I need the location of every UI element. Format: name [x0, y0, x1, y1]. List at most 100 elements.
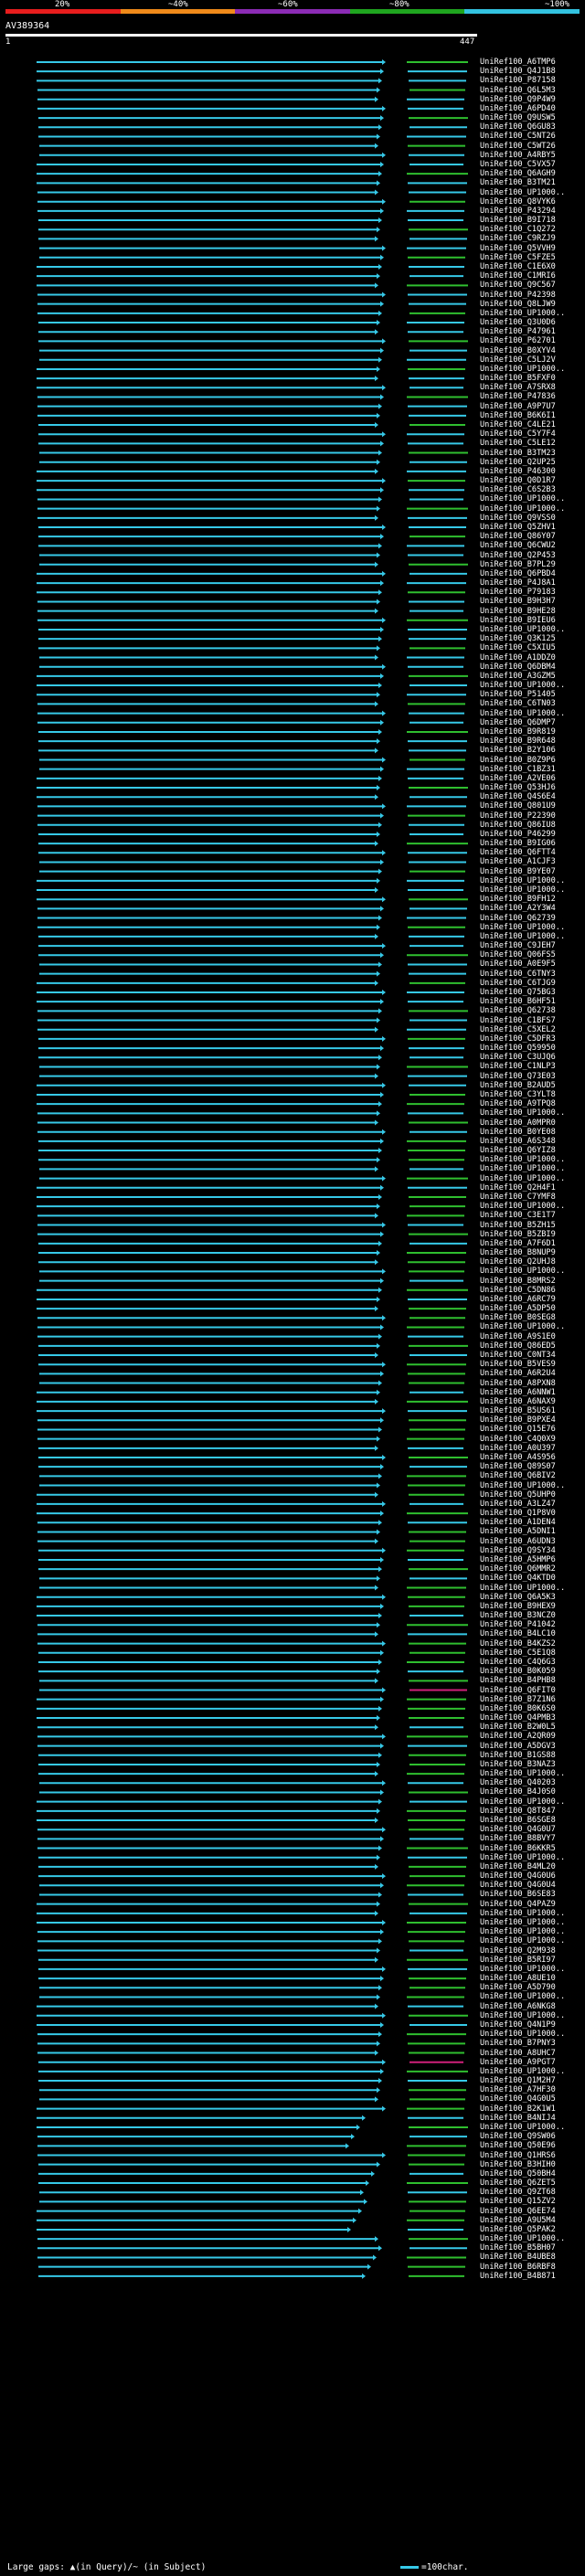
hit-label[interactable]: UniRef100_B9R819	[480, 727, 556, 737]
hit-label[interactable]: UniRef100_Q6L5M3	[480, 86, 556, 95]
hit-label[interactable]: UniRef100_A9U5M4	[480, 2216, 556, 2225]
hit-label[interactable]: UniRef100_B4J0S0	[480, 1787, 556, 1797]
hit-label[interactable]: UniRef100_Q6FTT4	[480, 848, 556, 857]
hit-label[interactable]: UniRef100_Q15E76	[480, 1425, 556, 1434]
hit-label[interactable]: UniRef100_B6SGE8	[480, 1816, 556, 1825]
hit-label[interactable]: UniRef100_UP1000..	[480, 709, 565, 718]
hit-label[interactable]: UniRef100_UP1000..	[480, 2123, 565, 2132]
hit-label[interactable]: UniRef100_Q6ZET5	[480, 2178, 556, 2188]
hit-label[interactable]: UniRef100_Q4G0U4	[480, 1881, 556, 1890]
hit-label[interactable]: UniRef100_Q4G0U5	[480, 2094, 556, 2104]
hit-label[interactable]: UniRef100_Q6A5K3	[480, 1593, 556, 1602]
hit-label[interactable]: UniRef100_Q5PAK2	[480, 2225, 556, 2234]
hit-label[interactable]: UniRef100_UP1000..	[480, 2030, 565, 2039]
hit-label[interactable]: UniRef100_Q06FS5	[480, 950, 556, 959]
hit-label[interactable]: UniRef100_Q1M2H7	[480, 2076, 556, 2085]
hit-label[interactable]: UniRef100_Q6BIV2	[480, 1471, 556, 1480]
hit-label[interactable]: UniRef100_Q4PAZ9	[480, 1900, 556, 1909]
hit-label[interactable]: UniRef100_UP1000..	[480, 1853, 565, 1862]
hit-label[interactable]: UniRef100_B7Z1N6	[480, 1695, 556, 1704]
hit-label[interactable]: UniRef100_UP1000..	[480, 932, 565, 941]
hit-label[interactable]: UniRef100_Q6DMP7	[480, 718, 556, 727]
hit-label[interactable]: UniRef100_Q9C567	[480, 281, 556, 290]
hit-label[interactable]: UniRef100_P79183	[480, 588, 556, 597]
hit-label[interactable]: UniRef100_P42398	[480, 291, 556, 300]
hit-label[interactable]: UniRef100_UP1000..	[480, 681, 565, 690]
hit-label[interactable]: UniRef100_Q2M938	[480, 1946, 556, 1956]
hit-label[interactable]: UniRef100_P51405	[480, 690, 556, 699]
hit-label[interactable]: UniRef100_Q0D1R7	[480, 476, 556, 485]
hit-label[interactable]: UniRef100_A8UHC7	[480, 2049, 556, 2058]
hit-label[interactable]: UniRef100_C1E6X0	[480, 262, 556, 271]
hit-label[interactable]: UniRef100_B9FH12	[480, 895, 556, 904]
hit-label[interactable]: UniRef100_Q4N1P9	[480, 2020, 556, 2030]
hit-label[interactable]: UniRef100_Q4PMB3	[480, 1713, 556, 1723]
hit-label[interactable]: UniRef100_Q9P4W9	[480, 95, 556, 104]
hit-label[interactable]: UniRef100_C9RZJ9	[480, 234, 556, 243]
hit-label[interactable]: UniRef100_C1MRI6	[480, 271, 556, 281]
hit-label[interactable]: UniRef100_Q89S07	[480, 1462, 556, 1471]
hit-label[interactable]: UniRef100_A2QR09	[480, 1732, 556, 1741]
hit-label[interactable]: UniRef100_B4NIJ4	[480, 2114, 556, 2123]
hit-label[interactable]: UniRef100_B5ZH15	[480, 1221, 556, 1230]
hit-label[interactable]: UniRef100_UP1000..	[480, 625, 565, 634]
hit-label[interactable]: UniRef100_Q62738	[480, 1006, 556, 1015]
hit-label[interactable]: UniRef100_B9HEX9	[480, 1602, 556, 1611]
hit-label[interactable]: UniRef100_Q2UP25	[480, 458, 556, 467]
hit-label[interactable]: UniRef100_P4J8A1	[480, 578, 556, 588]
hit-label[interactable]: UniRef100_B6HF51	[480, 997, 556, 1006]
hit-label[interactable]: UniRef100_Q6MMR2	[480, 1564, 556, 1574]
hit-label[interactable]: UniRef100_A8PXN8	[480, 1379, 556, 1388]
hit-label[interactable]: UniRef100_C3E1T7	[480, 1211, 556, 1220]
hit-label[interactable]: UniRef100_A9TPQ8	[480, 1099, 556, 1108]
hit-label[interactable]: UniRef100_P46300	[480, 467, 556, 476]
hit-label[interactable]: UniRef100_Q2P453	[480, 551, 556, 560]
hit-label[interactable]: UniRef100_A8UE10	[480, 1974, 556, 1983]
hit-label[interactable]: UniRef100_Q4KTD0	[480, 1574, 556, 1583]
hit-label[interactable]: UniRef100_B0YE08	[480, 1128, 556, 1137]
hit-label[interactable]: UniRef100_B6KKR5	[480, 1844, 556, 1853]
hit-label[interactable]: UniRef100_UP1000..	[480, 309, 565, 318]
hit-label[interactable]: UniRef100_C6TN03	[480, 699, 556, 708]
hit-label[interactable]: UniRef100_UP1000..	[480, 365, 565, 374]
hit-label[interactable]: UniRef100_C1NLP3	[480, 1062, 556, 1071]
hit-label[interactable]: UniRef100_B0XYV4	[480, 346, 556, 355]
hit-label[interactable]: UniRef100_B9PXE4	[480, 1415, 556, 1425]
hit-label[interactable]: UniRef100_A7F6D1	[480, 1239, 556, 1248]
hit-label[interactable]: UniRef100_B5ZBI9	[480, 1230, 556, 1239]
hit-label[interactable]: UniRef100_A6UDN3	[480, 1537, 556, 1546]
hit-label[interactable]: UniRef100_Q9SW06	[480, 2132, 556, 2141]
hit-label[interactable]: UniRef100_Q4J1B8	[480, 67, 556, 76]
hit-label[interactable]: UniRef100_A1DEN4	[480, 1518, 556, 1527]
hit-label[interactable]: UniRef100_Q6EE74	[480, 2207, 556, 2216]
hit-label[interactable]: UniRef100_C5LE12	[480, 439, 556, 448]
hit-label[interactable]: UniRef100_B3HIH0	[480, 2160, 556, 2169]
hit-label[interactable]: UniRef100_UP1000..	[480, 2234, 565, 2243]
hit-label[interactable]: UniRef100_Q801U9	[480, 801, 556, 811]
hit-label[interactable]: UniRef100_C5XEL2	[480, 1025, 556, 1034]
hit-label[interactable]: UniRef100_A9P7U7	[480, 402, 556, 411]
hit-label[interactable]: UniRef100_A7HF30	[480, 2085, 556, 2094]
hit-label[interactable]: UniRef100_B9HE28	[480, 607, 556, 616]
hit-label[interactable]: UniRef100_Q86ED5	[480, 1341, 556, 1351]
hit-label[interactable]: UniRef100_A6TMP6	[480, 58, 556, 67]
hit-label[interactable]: UniRef100_UP1000..	[480, 1936, 565, 1945]
hit-label[interactable]: UniRef100_B7PL29	[480, 560, 556, 569]
hit-label[interactable]: UniRef100_Q8VYK6	[480, 197, 556, 207]
hit-label[interactable]: UniRef100_B0Z9P6	[480, 756, 556, 765]
hit-label[interactable]: UniRef100_UP1000..	[480, 885, 565, 895]
hit-label[interactable]: UniRef100_Q1HRS6	[480, 2151, 556, 2160]
hit-label[interactable]: UniRef100_B0K6S0	[480, 1704, 556, 1713]
hit-label[interactable]: UniRef100_A6NNW1	[480, 1388, 556, 1397]
hit-label[interactable]: UniRef100_Q50BH4	[480, 2169, 556, 2178]
hit-label[interactable]: UniRef100_A5D790	[480, 1983, 556, 1992]
hit-label[interactable]: UniRef100_UP1000..	[480, 1584, 565, 1593]
hit-label[interactable]: UniRef100_B3NCZ0	[480, 1611, 556, 1620]
hit-label[interactable]: UniRef100_B2AUD5	[480, 1081, 556, 1090]
hit-label[interactable]: UniRef100_C3UJQ6	[480, 1053, 556, 1062]
hit-label[interactable]: UniRef100_A5DNI1	[480, 1527, 556, 1536]
hit-label[interactable]: UniRef100_UP1000..	[480, 1918, 565, 1927]
hit-label[interactable]: UniRef100_UP1000..	[480, 188, 565, 197]
hit-label[interactable]: UniRef100_UP1000..	[480, 1174, 565, 1183]
hit-label[interactable]: UniRef100_C5LJ2V	[480, 355, 556, 365]
